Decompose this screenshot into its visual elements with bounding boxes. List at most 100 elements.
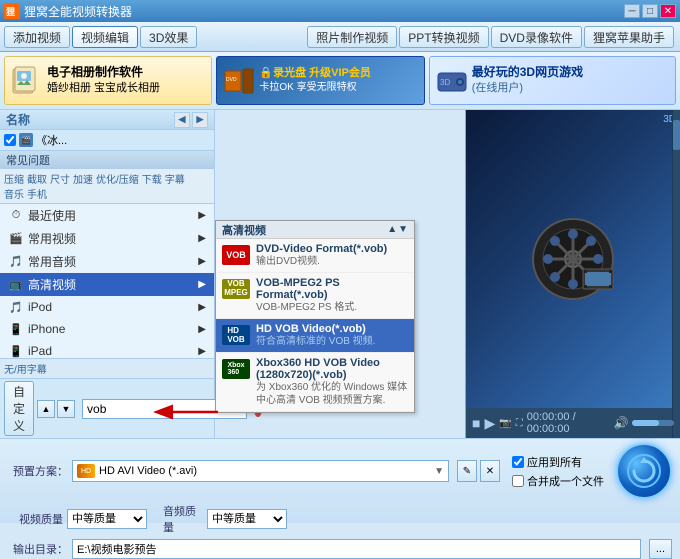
problem-speed[interactable]: 加速: [73, 171, 93, 186]
preset-delete-button[interactable]: ✕: [480, 460, 500, 482]
no-subtitle-label: 无/用字幕: [4, 361, 47, 376]
convert-button[interactable]: [616, 443, 672, 499]
format-dvd-vob[interactable]: VOB DVD-Video Format(*.vob) 输出DVD视频.: [216, 239, 414, 273]
recent-arrow: ▶: [198, 210, 206, 221]
main-area: 名称 ◀ ▶ 🎬 《冰... 常见问题 压缩 截取 尺寸 加速 优化/压缩 下载…: [0, 110, 680, 438]
toolbar: 添加视频 视频编辑 3D效果 照片制作视频 PPT转换视频 DVD录像软件 狸窝…: [0, 22, 680, 52]
video-quality-select[interactable]: 中等质量: [67, 509, 147, 529]
format-dvd-title: DVD-Video Format(*.vob): [256, 243, 408, 255]
problem-cut[interactable]: 截取: [27, 171, 47, 186]
audio-quality-select[interactable]: 中等质量: [207, 509, 287, 529]
hd-vob-icon: HDVOB: [222, 323, 250, 347]
panel-btn-2[interactable]: ▶: [192, 112, 208, 128]
apple-helper-button[interactable]: 狸窝苹果助手: [584, 26, 674, 48]
panel-btn-1[interactable]: ◀: [174, 112, 190, 128]
time-display: 00:00:00 / 00:00:00: [527, 411, 606, 435]
file-name: 《冰...: [36, 132, 67, 148]
dropdown-up[interactable]: ▲: [387, 224, 397, 235]
preset-label: 预置方案：: [8, 463, 68, 479]
banner-area: 电子相册制作软件 婚纱相册 宝宝成长相册 DVD 🔒录光盘 升级VIP会员 卡拉…: [0, 52, 680, 110]
photo-album-subtitle: 婚纱相册 宝宝成长相册: [47, 81, 160, 96]
ipad-icon: 📱: [8, 343, 24, 358]
ppt-convert-button[interactable]: PPT转换视频: [399, 26, 488, 48]
nav-down-button[interactable]: ▼: [57, 400, 75, 418]
add-video-button[interactable]: 添加视频: [4, 26, 70, 48]
left-panel: 名称 ◀ ▶ 🎬 《冰... 常见问题 压缩 截取 尺寸 加速 优化/压缩 下载…: [0, 110, 215, 438]
photo-album-banner[interactable]: 电子相册制作软件 婚纱相册 宝宝成长相册: [4, 56, 212, 105]
format-xbox360[interactable]: Xbox360 Xbox360 HD VOB Video (1280x720)(…: [216, 353, 414, 412]
problem-subtitle[interactable]: 字幕: [165, 171, 185, 186]
scrollbar-thumb[interactable]: [673, 120, 680, 150]
menu-recent-label: 最近使用: [28, 207, 76, 224]
preview-area: 3D: [466, 110, 680, 408]
preview-scrollbar[interactable]: [672, 110, 680, 438]
merge-file-label[interactable]: 合并成一个文件: [512, 473, 604, 489]
file-checkbox[interactable]: [4, 134, 16, 146]
apply-all-label[interactable]: 应用到所有: [512, 454, 604, 470]
svg-text:狸: 狸: [5, 6, 15, 17]
preset-edit-button[interactable]: ✎: [457, 460, 477, 482]
recent-icon: ⏱: [8, 208, 24, 224]
game-3d-title: 最好玩的3D网页游戏: [472, 64, 583, 81]
menu-hd-video[interactable]: 📺 高清视频 ▶: [0, 273, 214, 296]
search-row: 自定义 ▲ ▼ ✕: [0, 378, 214, 438]
minimize-button[interactable]: ─: [624, 4, 640, 18]
menu-common-audio[interactable]: 🎵 常用音频 ▶: [0, 250, 214, 273]
format-xbox360-content: Xbox360 HD VOB Video (1280x720)(*.vob) 为…: [256, 357, 408, 407]
menu-common-audio-label: 常用音频: [28, 253, 76, 270]
problem-optimize[interactable]: 优化/压缩: [96, 171, 139, 186]
dvd-member-banner[interactable]: DVD 🔒录光盘 升级VIP会员 卡拉OK 享受无限特权: [216, 56, 424, 105]
volume-slider[interactable]: [632, 420, 674, 426]
customize-button[interactable]: 自定义: [4, 381, 34, 436]
problem-download[interactable]: 下载: [142, 171, 162, 186]
menu-common-video[interactable]: 🎬 常用视频 ▶: [0, 227, 214, 250]
menu-ipod-label: iPod: [28, 300, 52, 314]
dvd-software-button[interactable]: DVD录像软件: [491, 26, 582, 48]
fullscreen-button[interactable]: ⛶: [516, 418, 523, 429]
problem-size[interactable]: 尺寸: [50, 171, 70, 186]
format-vob-mpeg2[interactable]: VOBMPEG VOB-MPEG2 PS Format(*.vob) VOB-M…: [216, 273, 414, 319]
photo-video-button[interactable]: 照片制作视频: [307, 26, 397, 48]
preset-container: HD HD AVI Video (*.avi) ▼: [72, 460, 449, 482]
audio-quality-label: 音频质量: [163, 503, 203, 535]
output-path-input[interactable]: [72, 539, 641, 559]
preset-icon: HD: [77, 464, 95, 478]
output-label: 输出目录：: [8, 541, 68, 557]
problem-compress[interactable]: 压缩: [4, 171, 24, 186]
stop-button[interactable]: ■: [472, 415, 480, 431]
maximize-button[interactable]: □: [642, 4, 658, 18]
window-controls[interactable]: ─ □ ✕: [624, 4, 676, 18]
nav-up-button[interactable]: ▲: [37, 400, 55, 418]
dropdown-down[interactable]: ▼: [398, 224, 408, 235]
format-hd-vob[interactable]: HDVOB HD VOB Video(*.vob) 符合高清标准的 VOB 视频…: [216, 319, 414, 353]
effect-3d-button[interactable]: 3D效果: [140, 26, 197, 48]
menu-recent[interactable]: ⏱ 最近使用 ▶: [0, 204, 214, 227]
play-button[interactable]: ▶: [484, 415, 495, 432]
menu-ipod[interactable]: 🎵 iPod ▶: [0, 296, 214, 318]
close-button[interactable]: ✕: [660, 4, 676, 18]
game-3d-banner[interactable]: 3D 最好玩的3D网页游戏 (在线用户): [429, 56, 676, 105]
film-reel-image: [528, 214, 618, 304]
format-hd-vob-content: HD VOB Video(*.vob) 符合高清标准的 VOB 视频.: [256, 323, 408, 348]
menu-ipad-label: iPad: [28, 344, 52, 358]
volume-icon[interactable]: 🔊: [614, 416, 629, 430]
file-item[interactable]: 🎬 《冰...: [0, 130, 214, 151]
menu-hd-video-label: 高清视频: [28, 276, 76, 293]
preset-dropdown-arrow[interactable]: ▼: [434, 466, 444, 477]
dvd-member-title: 🔒录光盘 升级VIP会员: [259, 66, 370, 81]
merge-file-checkbox[interactable]: [512, 475, 524, 487]
menu-list: ⏱ 最近使用 ▶ 🎬 常用视频 ▶ 🎵 常用音频 ▶ 📺 高清视频 ▶ 🎵: [0, 204, 214, 358]
ipod-arrow: ▶: [198, 302, 206, 313]
edit-video-button[interactable]: 视频编辑: [72, 26, 138, 48]
apply-all-checkbox[interactable]: [512, 456, 524, 468]
browse-button[interactable]: ...: [649, 539, 672, 559]
format-hd-vob-desc: 符合高清标准的 VOB 视频.: [256, 335, 408, 348]
snapshot-button[interactable]: 📷: [499, 418, 511, 429]
format-hd-vob-title: HD VOB Video(*.vob): [256, 323, 408, 335]
app-title: 狸窝全能视频转换器: [24, 3, 624, 20]
problem-music[interactable]: 音乐: [4, 186, 24, 201]
problem-phone[interactable]: 手机: [27, 186, 47, 201]
title-bar: 狸 狸窝全能视频转换器 ─ □ ✕: [0, 0, 680, 22]
menu-ipad[interactable]: 📱 iPad ▶: [0, 340, 214, 358]
menu-iphone[interactable]: 📱 iPhone ▶: [0, 318, 214, 340]
